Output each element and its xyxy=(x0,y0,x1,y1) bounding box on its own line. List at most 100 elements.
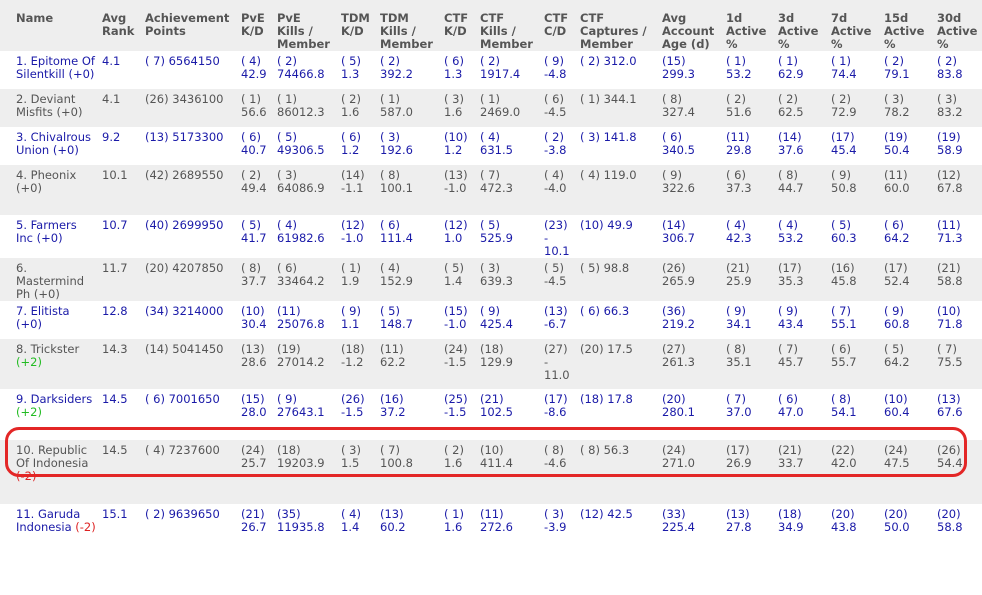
header-row: Name Avg Rank Achievement Points PvE K/D PvE Kil… xyxy=(0,0,982,51)
stat-cell-tdm-kills-member: ( 4) 152.9 xyxy=(376,258,440,301)
stat-cell-avg-account-age: (14) 306.7 xyxy=(658,215,722,258)
stat-cell-active-7d: (20) 43.8 xyxy=(827,504,880,554)
guild-name[interactable]: 11. Garuda Indonesia xyxy=(16,507,80,534)
stat-cell-active-3d: ( 6) 47.0 xyxy=(774,389,827,440)
guild-name[interactable]: 9. Darksiders xyxy=(16,392,92,406)
stat-cell-pve-kd: ( 6) 40.7 xyxy=(237,127,273,165)
guild-name-cell: 10. Republic Of Indonesia (-2) xyxy=(0,440,98,504)
stat-cell-pve-kills-member: ( 3) 64086.9 xyxy=(273,165,337,215)
stat-cell-ctf-captures-member: ( 4) 119.0 xyxy=(576,165,658,215)
column-header-ctf-kd: CTF K/D xyxy=(440,0,476,51)
stat-cell-ctf-kills-member: ( 4) 631.5 xyxy=(476,127,540,165)
avg-rank-cell: 15.1 xyxy=(98,504,141,554)
stat-cell-active-30d: ( 3) 83.2 xyxy=(933,89,982,127)
guild-name[interactable]: 10. Republic Of Indonesia xyxy=(16,443,88,470)
stat-cell-active-15d: (17) 52.4 xyxy=(880,258,933,301)
rank-change: (+2) xyxy=(16,355,42,369)
stat-cell-tdm-kills-member: ( 5) 148.7 xyxy=(376,301,440,339)
stat-cell-pve-kd: ( 1) 56.6 xyxy=(237,89,273,127)
stat-cell-ctf-kills-member: ( 7) 472.3 xyxy=(476,165,540,215)
stat-cell-ctf-cd: ( 8) -4.6 xyxy=(540,440,576,504)
column-header-ctf-captures-member: CTF Captures / Member xyxy=(576,0,658,51)
stat-cell-active-1d: ( 2) 51.6 xyxy=(722,89,774,127)
column-header-tdm-kills-member: TDM Kills / Member xyxy=(376,0,440,51)
stat-cell-avg-account-age: (24) 271.0 xyxy=(658,440,722,504)
avg-rank-cell: 14.3 xyxy=(98,339,141,389)
stat-cell-ctf-captures-member: ( 6) 66.3 xyxy=(576,301,658,339)
stat-cell-active-7d: ( 7) 55.1 xyxy=(827,301,880,339)
stat-cell-tdm-kills-member: ( 7) 100.8 xyxy=(376,440,440,504)
stat-cell-active-1d: (11) 29.8 xyxy=(722,127,774,165)
stat-cell-active-7d: (22) 42.0 xyxy=(827,440,880,504)
rank-change: (+0) xyxy=(56,105,83,119)
stat-cell-ctf-captures-member: (12) 42.5 xyxy=(576,504,658,554)
column-header-name: Name xyxy=(0,0,98,51)
guild-name-cell: 6. Mastermind Ph (+0) xyxy=(0,258,98,301)
stat-cell-pve-kills-member: ( 2) 74466.8 xyxy=(273,51,337,89)
stat-cell-ctf-kills-member: (21) 102.5 xyxy=(476,389,540,440)
table-row: 6. Mastermind Ph (+0) 11.7 (20) 4207850( 8… xyxy=(0,258,982,301)
stat-cell-pve-kills-member: ( 5) 49306.5 xyxy=(273,127,337,165)
stat-cell-avg-account-age: (15) 299.3 xyxy=(658,51,722,89)
rank-change: (-2) xyxy=(75,520,96,534)
stat-cell-ctf-kills-member: ( 2) 1917.4 xyxy=(476,51,540,89)
stat-cell-active-30d: (12) 67.8 xyxy=(933,165,982,215)
avg-rank-cell: 14.5 xyxy=(98,440,141,504)
stat-cell-ctf-captures-member: ( 1) 344.1 xyxy=(576,89,658,127)
stat-cell-ctf-cd: ( 9) -4.8 xyxy=(540,51,576,89)
guild-name-cell: 8. Trickster (+2) xyxy=(0,339,98,389)
achievement-points-cell: ( 4) 7237600 xyxy=(141,440,237,504)
guild-name[interactable]: 8. Trickster xyxy=(16,342,79,356)
stat-cell-pve-kills-member: (35) 11935.8 xyxy=(273,504,337,554)
avg-rank-cell: 4.1 xyxy=(98,51,141,89)
stat-cell-pve-kd: (10) 30.4 xyxy=(237,301,273,339)
table-row: 1. Epitome Of Silentkill (+0) 4.1( 7) 656… xyxy=(0,51,982,89)
rank-change: (+2) xyxy=(16,405,42,419)
stat-cell-active-15d: (10) 60.4 xyxy=(880,389,933,440)
stat-cell-tdm-kd: ( 4) 1.4 xyxy=(337,504,376,554)
column-header-active-15d: 15d Active% xyxy=(880,0,933,51)
stat-cell-active-7d: ( 6) 55.7 xyxy=(827,339,880,389)
column-header-pve-kd: PvE K/D xyxy=(237,0,273,51)
stat-cell-ctf-cd: (13) -6.7 xyxy=(540,301,576,339)
rank-change: (+0) xyxy=(36,231,63,245)
achievement-points-cell: (34) 3214000 xyxy=(141,301,237,339)
table-header: Name Avg Rank Achievement Points PvE K/D PvE Kil… xyxy=(0,0,982,51)
stat-cell-ctf-kills-member: ( 9) 425.4 xyxy=(476,301,540,339)
stat-cell-ctf-kd: ( 6) 1.3 xyxy=(440,51,476,89)
stat-cell-ctf-cd: ( 6) -4.5 xyxy=(540,89,576,127)
table-row: 7. Elitista (+0) 12.8 (34) 3214000 (10) 30.4… xyxy=(0,301,982,339)
stat-cell-active-3d: ( 2) 62.5 xyxy=(774,89,827,127)
stat-cell-active-15d: (20) 50.0 xyxy=(880,504,933,554)
stat-cell-ctf-cd: (17) -8.6 xyxy=(540,389,576,440)
stat-cell-active-30d: (11) 71.3 xyxy=(933,215,982,258)
stat-cell-active-15d: (11) 60.0 xyxy=(880,165,933,215)
stat-cell-active-30d: (13) 67.6 xyxy=(933,389,982,440)
stat-cell-tdm-kd: ( 2) 1.6 xyxy=(337,89,376,127)
stat-cell-pve-kd: (15) 28.0 xyxy=(237,389,273,440)
stat-cell-ctf-kills-member: (10) 411.4 xyxy=(476,440,540,504)
stat-cell-avg-account-age: ( 6) 340.5 xyxy=(658,127,722,165)
stat-cell-ctf-captures-member: (20) 17.5 xyxy=(576,339,658,389)
column-header-active-30d: 30d Active% xyxy=(933,0,982,51)
stat-cell-ctf-kd: (12) 1.0 xyxy=(440,215,476,258)
rank-change: (+0) xyxy=(16,317,42,331)
stat-cell-ctf-captures-member: (10) 49.9 xyxy=(576,215,658,258)
achievement-points-cell: (14) 5041450 xyxy=(141,339,237,389)
column-header-tdm-kd: TDM K/D xyxy=(337,0,376,51)
achievement-points-cell: (40) 2699950 xyxy=(141,215,237,258)
stat-cell-pve-kills-member: ( 6) 33464.2 xyxy=(273,258,337,301)
stat-cell-ctf-captures-member: (18) 17.8 xyxy=(576,389,658,440)
stat-cell-avg-account-age: (33) 225.4 xyxy=(658,504,722,554)
guild-name-cell: 3. Chivalrous Union (+0) xyxy=(0,127,98,165)
stat-cell-tdm-kills-member: ( 1) 587.0 xyxy=(376,89,440,127)
stat-cell-active-15d: (24) 47.5 xyxy=(880,440,933,504)
stat-cell-active-1d: (17) 26.9 xyxy=(722,440,774,504)
stat-cell-pve-kd: (21) 26.7 xyxy=(237,504,273,554)
stat-cell-active-7d: (17) 45.4 xyxy=(827,127,880,165)
column-header-avg-account-age: Avg Account Age (d) xyxy=(658,0,722,51)
stat-cell-active-30d: ( 2) 83.8 xyxy=(933,51,982,89)
guild-name[interactable]: 7. Elitista xyxy=(16,304,70,318)
guild-name[interactable]: 4. Pheonix xyxy=(16,168,76,182)
stat-cell-ctf-kd: (13) -1.0 xyxy=(440,165,476,215)
